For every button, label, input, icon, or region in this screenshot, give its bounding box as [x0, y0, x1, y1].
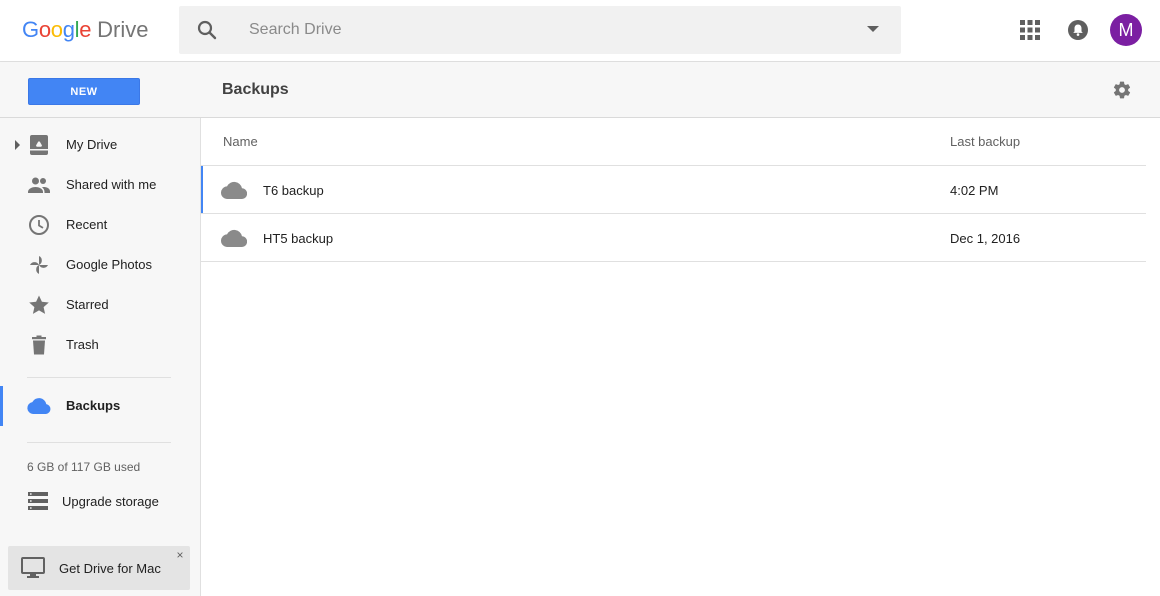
sidebar-item-label: My Drive [66, 137, 118, 152]
storage-usage-text: 6 GB of 117 GB used [27, 460, 141, 474]
file-name: T6 backup [263, 183, 324, 198]
storage-icon [28, 492, 48, 510]
sidebar-item-starred[interactable]: Starred [0, 285, 200, 325]
expand-caret-icon[interactable] [15, 140, 20, 150]
sidebar-item-recent[interactable]: Recent [0, 205, 200, 245]
upgrade-storage-link[interactable]: Upgrade storage [0, 486, 200, 516]
table-row[interactable]: T6 backup 4:02 PM [201, 166, 1146, 214]
close-icon[interactable]: × [174, 548, 186, 562]
logo-product-name: Drive [97, 17, 149, 42]
sidebar-item-label: Google Photos [66, 257, 153, 272]
sidebar-item-trash[interactable]: Trash [0, 325, 200, 365]
account-avatar[interactable]: M [1110, 14, 1142, 46]
gear-icon[interactable] [1112, 80, 1132, 100]
sidebar-item-label: Shared with me [66, 177, 157, 192]
sidebar-divider [27, 442, 171, 443]
column-header-last-backup[interactable]: Last backup [950, 134, 1020, 149]
apps-grid-icon[interactable] [1019, 19, 1041, 41]
sidebar-item-label: Starred [66, 297, 109, 312]
trash-icon [32, 335, 46, 355]
logo-google-text: Google [22, 17, 92, 42]
search-icon[interactable] [195, 18, 219, 42]
people-icon [28, 177, 50, 193]
file-name: HT5 backup [263, 231, 334, 246]
table-row[interactable]: HT5 backup Dec 1, 2016 [201, 214, 1146, 262]
active-indicator [0, 386, 3, 426]
search-options-dropdown-icon[interactable] [867, 26, 879, 32]
toolbar: NEW Backups [0, 62, 1160, 118]
sidebar-item-label: Recent [66, 217, 108, 232]
sidebar: My Drive Shared with me Recent Google Ph… [0, 118, 201, 596]
star-icon [29, 295, 49, 314]
bell-icon[interactable] [1067, 19, 1089, 41]
sidebar-item-shared-with-me[interactable]: Shared with me [0, 165, 200, 205]
clock-icon [29, 215, 49, 235]
cloud-icon [27, 398, 51, 414]
sidebar-item-label: Trash [66, 337, 99, 352]
page-title: Backups [222, 81, 289, 98]
get-drive-promo[interactable]: Get Drive for Mac × [8, 546, 190, 590]
upgrade-storage-label: Upgrade storage [62, 494, 159, 509]
list-header: Name Last backup [201, 118, 1146, 166]
sidebar-item-my-drive[interactable]: My Drive [0, 125, 200, 165]
file-list: Name Last backup T6 backup 4:02 PM HT5 b… [201, 118, 1160, 596]
new-button[interactable]: NEW [28, 78, 140, 105]
cloud-icon [221, 181, 247, 199]
last-backup-value: Dec 1, 2016 [950, 231, 1021, 246]
row-selection-indicator [201, 166, 203, 213]
cloud-icon [221, 229, 247, 247]
my-drive-icon [30, 135, 48, 155]
get-drive-promo-label: Get Drive for Mac [59, 561, 161, 576]
search-input[interactable] [249, 18, 849, 42]
google-drive-logo[interactable]: Google Drive [22, 17, 149, 43]
search-bar[interactable] [179, 6, 901, 54]
column-header-name[interactable]: Name [223, 134, 258, 149]
last-backup-value: 4:02 PM [950, 183, 999, 198]
sidebar-divider [27, 377, 171, 378]
pinwheel-icon [30, 256, 48, 274]
sidebar-item-google-photos[interactable]: Google Photos [0, 245, 200, 285]
sidebar-item-label: Backups [66, 398, 121, 413]
app-header: GoogleDrive M [0, 0, 1160, 62]
desktop-computer-icon [21, 557, 45, 578]
sidebar-item-backups[interactable]: Backups [0, 386, 200, 426]
